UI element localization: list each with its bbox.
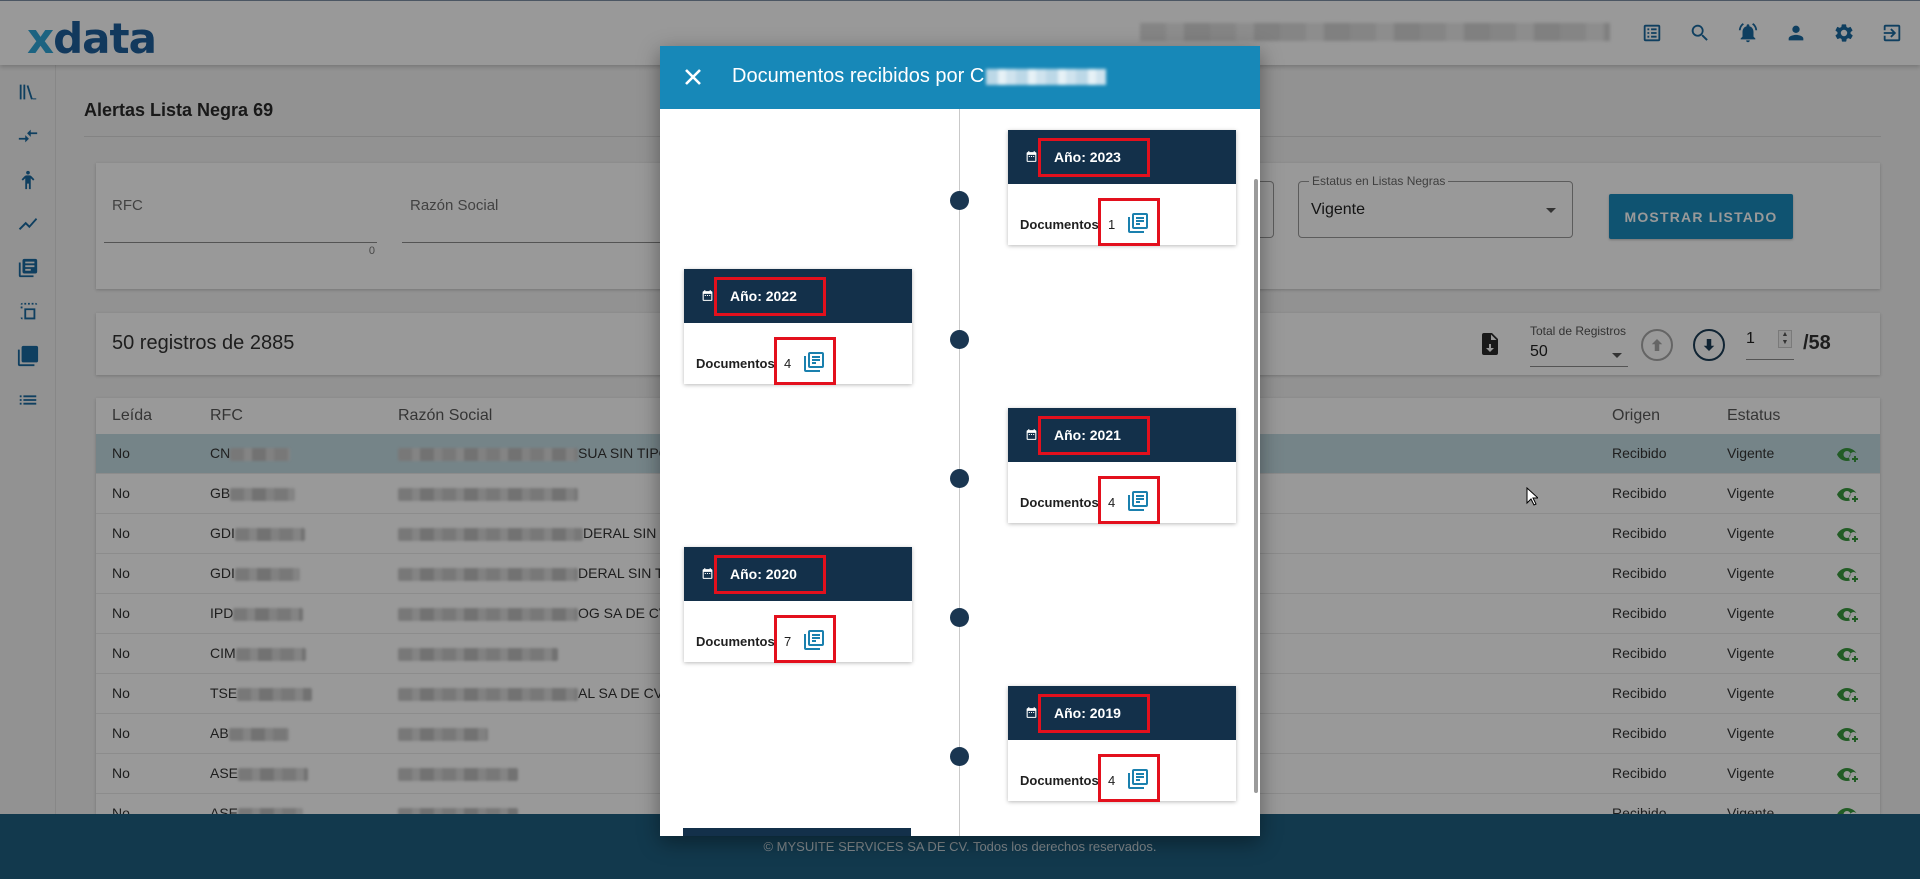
calendar-icon	[701, 567, 714, 580]
highlight-box	[1038, 416, 1150, 455]
redacted-name	[986, 68, 1107, 85]
year-card: Año: 2020 Documentos 7	[684, 547, 912, 663]
year-card: Año: 2022 Documentos 4	[684, 269, 912, 385]
highlight-box	[774, 615, 836, 663]
calendar-icon	[1025, 428, 1038, 441]
highlight-box	[714, 277, 826, 316]
timeline-dot	[950, 747, 969, 766]
documents-modal: Documentos recibidos por C Año: 2023 Docu…	[660, 46, 1260, 836]
highlight-box	[1038, 694, 1150, 733]
modal-header: Documentos recibidos por C	[660, 46, 1260, 109]
timeline-dot	[950, 469, 969, 488]
timeline-dot	[950, 608, 969, 627]
documents-label: Documentos	[1020, 495, 1099, 510]
documents-label: Documentos	[696, 356, 775, 371]
year-card: Año: 2023 Documentos 1	[1008, 130, 1236, 246]
highlight-box	[1038, 138, 1150, 177]
timeline-card-partial	[683, 828, 911, 836]
modal-title: Documentos recibidos por C	[732, 65, 1107, 88]
highlight-box	[774, 337, 836, 385]
documents-label: Documentos	[1020, 217, 1099, 232]
documents-label: Documentos	[1020, 773, 1099, 788]
highlight-box	[1098, 754, 1160, 802]
highlight-box	[714, 555, 826, 594]
year-card: Año: 2021 Documentos 4	[1008, 408, 1236, 524]
highlight-box	[1098, 476, 1160, 524]
highlight-box	[1098, 198, 1160, 246]
timeline-dot	[950, 191, 969, 210]
mouse-cursor-icon	[1526, 487, 1538, 506]
calendar-icon	[1025, 706, 1038, 719]
timeline-dot	[950, 330, 969, 349]
calendar-icon	[1025, 150, 1038, 163]
close-icon[interactable]	[678, 62, 708, 92]
timeline: Año: 2023 Documentos 1 Año: 2022 Documentos 4…	[660, 109, 1260, 836]
calendar-icon	[701, 289, 714, 302]
documents-label: Documentos	[696, 634, 775, 649]
year-card: Año: 2019 Documentos 4	[1008, 686, 1236, 802]
modal-scrollbar[interactable]	[1254, 179, 1258, 793]
